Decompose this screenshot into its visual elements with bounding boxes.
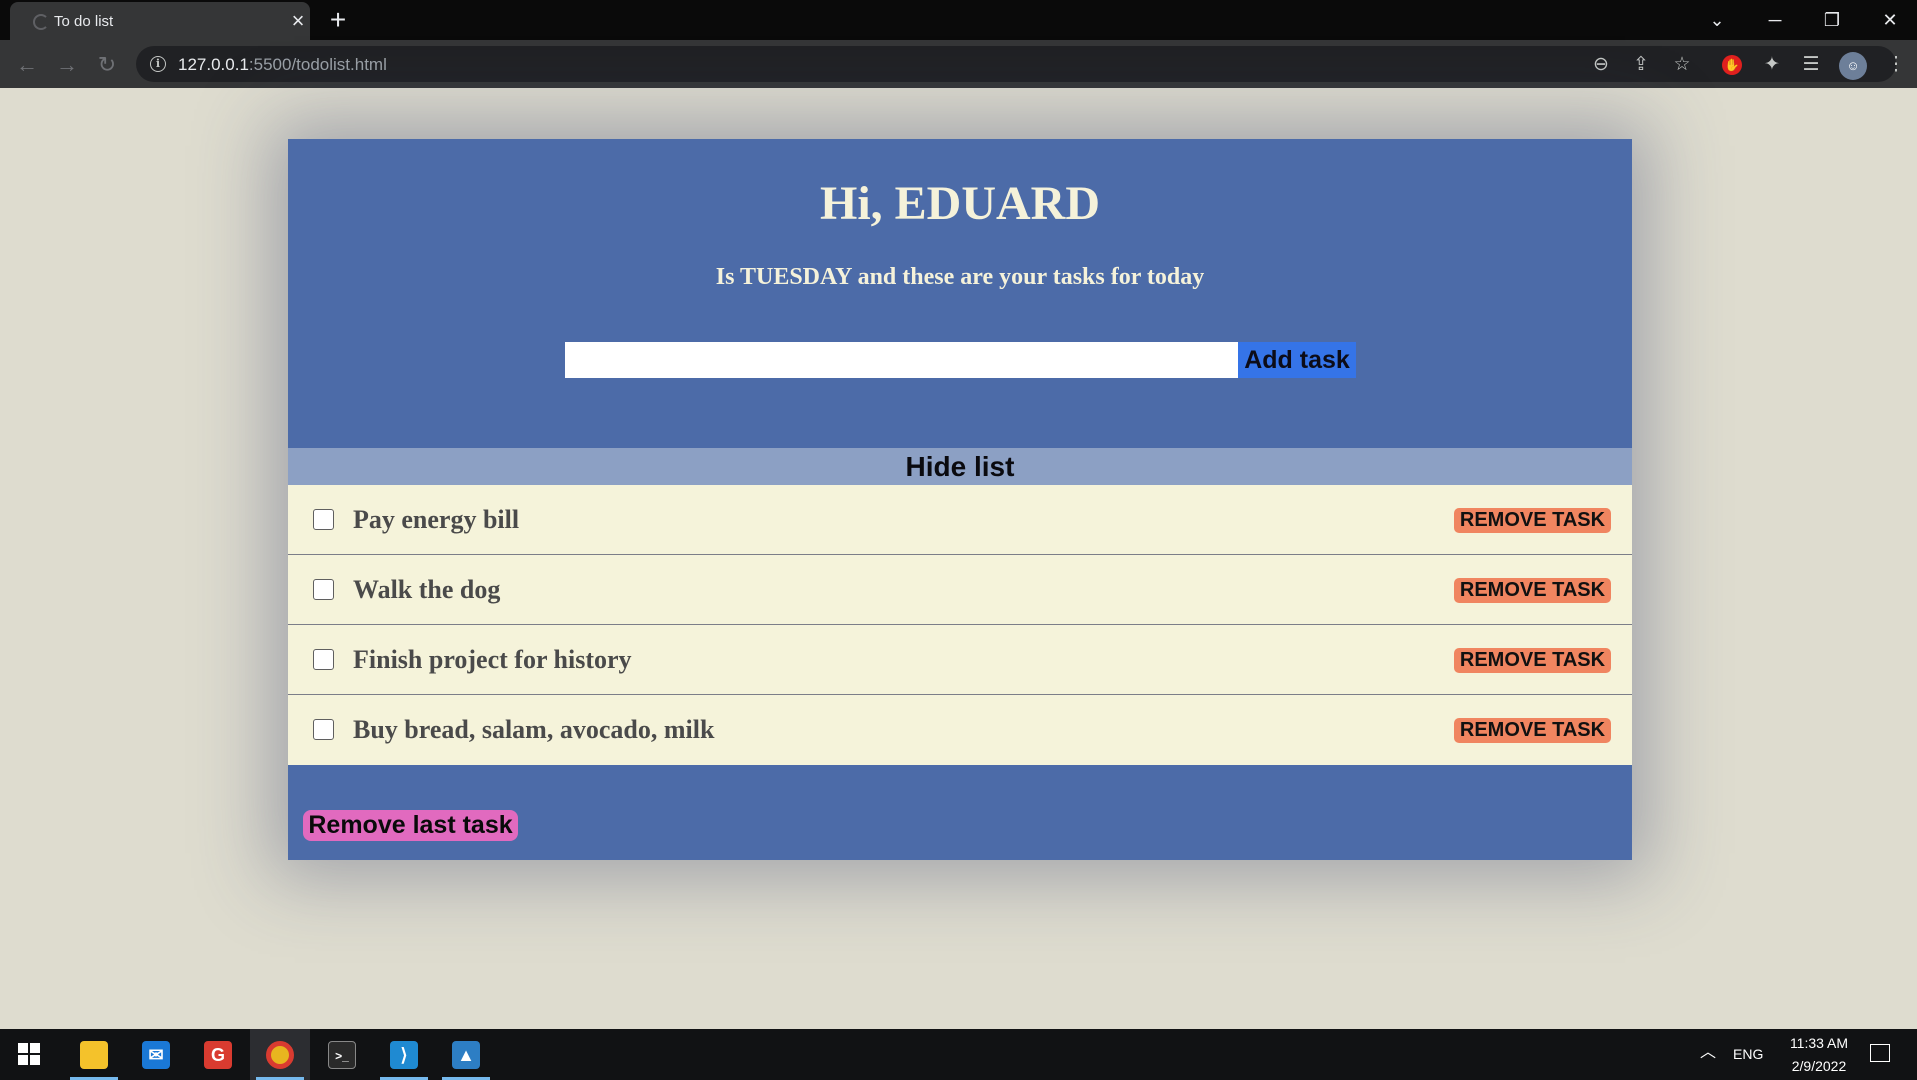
file-explorer-icon[interactable] <box>64 1029 124 1080</box>
clock-time[interactable]: 11:33 AM <box>1775 1034 1863 1052</box>
task-text: Pay energy bill <box>353 505 520 534</box>
minimize-button[interactable]: ─ <box>1755 4 1795 36</box>
close-tab-icon[interactable]: × <box>287 10 309 32</box>
show-hidden-icons-chevron-icon[interactable]: ︿ <box>1700 1043 1716 1063</box>
task-text: Finish project for history <box>353 645 632 674</box>
task-checkbox[interactable] <box>313 719 334 740</box>
task-list: Pay energy bill REMOVE TASK Walk the dog… <box>288 485 1632 765</box>
notification-center-icon[interactable] <box>1870 1044 1890 1062</box>
task-row: Finish project for history REMOVE TASK <box>288 625 1632 695</box>
remove-last-task-button[interactable]: Remove last task <box>303 810 518 841</box>
task-row: Buy bread, salam, avocado, milk REMOVE T… <box>288 695 1632 765</box>
language-indicator[interactable]: ENG <box>1733 1045 1763 1063</box>
chrome-icon[interactable] <box>250 1029 310 1080</box>
forward-icon[interactable]: → <box>52 50 82 80</box>
remove-task-button[interactable]: REMOVE TASK <box>1454 578 1611 603</box>
tab-active[interactable]: To do list × <box>10 2 310 40</box>
site-info-icon[interactable]: i <box>150 56 166 72</box>
subtitle: Is TUESDAY and these are your tasks for … <box>715 264 1205 290</box>
extensions-puzzle-icon[interactable]: ✦ <box>1759 52 1785 78</box>
mail-icon[interactable]: ✉ <box>126 1029 186 1080</box>
restore-button[interactable]: ❐ <box>1812 4 1852 36</box>
remove-task-button[interactable]: REMOVE TASK <box>1454 718 1611 743</box>
browser-menu-icon[interactable]: ⋮ <box>1883 52 1909 78</box>
task-text: Walk the dog <box>353 575 501 604</box>
photos-icon[interactable]: ▲ <box>436 1029 496 1080</box>
new-tab-button[interactable]: + <box>323 6 353 36</box>
todo-card: Hi, EDUARD Is TUESDAY and these are your… <box>288 139 1632 860</box>
task-input[interactable] <box>565 342 1238 378</box>
task-row: Walk the dog REMOVE TASK <box>288 555 1632 625</box>
gmail-icon[interactable]: G <box>188 1029 248 1080</box>
terminal-icon[interactable]: >_ <box>312 1029 372 1080</box>
url-text[interactable]: 127.0.0.1:5500/todolist.html <box>178 54 387 76</box>
start-icon[interactable] <box>18 1043 40 1065</box>
back-icon[interactable]: ← <box>12 50 42 80</box>
clock-date[interactable]: 2/9/2022 <box>1775 1057 1863 1075</box>
add-task-button[interactable]: Add task <box>1238 342 1356 378</box>
task-text: Buy bread, salam, avocado, milk <box>353 715 715 744</box>
task-checkbox[interactable] <box>313 649 334 670</box>
reload-icon[interactable]: ↻ <box>92 50 122 80</box>
adblock-extension-icon[interactable]: ✋ <box>1722 55 1742 75</box>
zoom-icon[interactable]: ⊖ <box>1588 52 1614 78</box>
tab-strip: To do list × + ⌄ ─ ❐ ✕ <box>0 0 1917 40</box>
tab-search-icon[interactable]: ⌄ <box>1697 4 1737 36</box>
bookmark-star-icon[interactable]: ☆ <box>1669 52 1695 78</box>
greeting-heading: Hi, EDUARD <box>819 177 1100 230</box>
share-icon[interactable]: ⇪ <box>1628 52 1654 78</box>
task-checkbox[interactable] <box>313 509 334 530</box>
tab-title: To do list <box>54 13 114 30</box>
remove-task-button[interactable]: REMOVE TASK <box>1454 648 1611 673</box>
close-window-button[interactable]: ✕ <box>1870 4 1910 36</box>
reading-list-icon[interactable]: ☰ <box>1798 52 1824 78</box>
hide-list-button[interactable]: Hide list <box>288 448 1632 485</box>
vscode-icon[interactable]: ⟩ <box>374 1029 434 1080</box>
task-checkbox[interactable] <box>313 579 334 600</box>
profile-avatar[interactable]: ☺ <box>1839 52 1867 80</box>
windows-taskbar: ✉ G >_ ⟩ ▲ <box>0 1029 1917 1080</box>
remove-task-button[interactable]: REMOVE TASK <box>1454 508 1611 533</box>
task-row: Pay energy bill REMOVE TASK <box>288 485 1632 555</box>
loading-favicon-icon <box>33 14 49 30</box>
